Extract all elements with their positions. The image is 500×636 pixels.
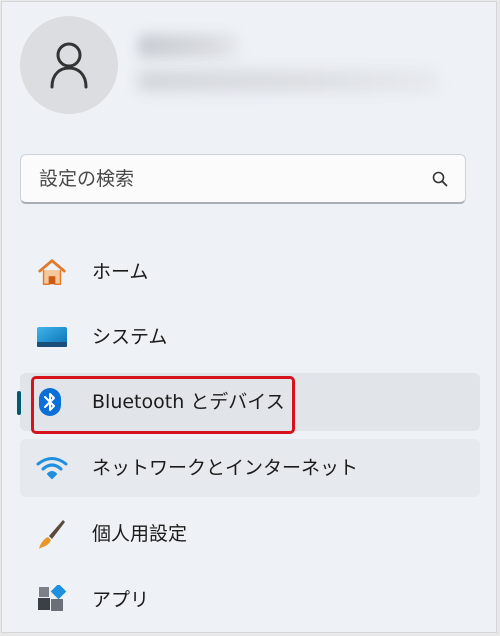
search-icon[interactable]: [431, 170, 449, 188]
settings-sidebar: 設定の検索 ホーム システム Bluetooth とデバイス ネットワークとイン…: [1, 1, 497, 633]
sidebar-item-label: システム: [92, 326, 168, 348]
search-input[interactable]: 設定の検索: [39, 155, 134, 203]
sidebar-item-network-internet[interactable]: ネットワークとインターネット: [20, 439, 480, 497]
home-icon: [36, 257, 68, 287]
account-email-blurred: [138, 70, 438, 92]
apps-icon: [36, 585, 68, 615]
account-name-blurred: [138, 34, 238, 58]
user-icon: [50, 42, 88, 89]
annotation-highlight-box: [31, 376, 295, 434]
sidebar-item-system[interactable]: システム: [20, 308, 480, 366]
sidebar-item-label: 個人用設定: [92, 523, 188, 545]
sidebar-item-label: ホーム: [92, 261, 149, 283]
avatar[interactable]: [20, 16, 118, 114]
sidebar-item-home[interactable]: ホーム: [20, 243, 480, 301]
sidebar-item-apps[interactable]: アプリ: [20, 571, 480, 629]
sidebar-item-label: アプリ: [92, 589, 150, 611]
sidebar-item-label: ネットワークとインターネット: [92, 457, 359, 479]
sidebar-item-personalization[interactable]: 個人用設定: [20, 505, 480, 563]
system-icon: [36, 322, 68, 352]
brush-icon: [36, 519, 68, 549]
search-box[interactable]: 設定の検索: [20, 154, 466, 204]
wifi-icon: [36, 453, 68, 483]
selection-indicator: [17, 391, 21, 415]
